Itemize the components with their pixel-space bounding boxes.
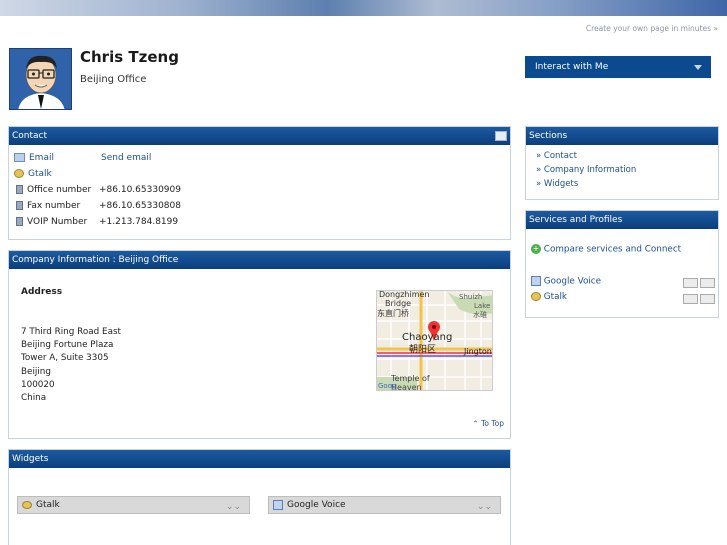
gtalk-icon (531, 292, 541, 301)
google-voice-icon (531, 276, 541, 286)
map-label: 水碓 (473, 310, 487, 319)
phone-icon (16, 185, 23, 194)
interact-with-me-button[interactable]: Interact with Me (525, 56, 711, 78)
contact-row-voip: VOIP Number +1.213.784.8199 (14, 215, 178, 229)
company-title: Company Information : Beijing Office (12, 255, 179, 265)
map-label: Dongzhimen (379, 291, 429, 299)
collapse-icon[interactable]: ⌄⌄ (226, 499, 241, 515)
service-google-voice[interactable]: Google Voice (531, 276, 601, 287)
section-link-contact[interactable]: » Contact (536, 151, 577, 161)
contact-row-office: Office number +86.10.65330909 (14, 183, 181, 197)
map-label: Chaoyang (402, 332, 452, 343)
send-email-link[interactable]: Send email (101, 153, 151, 163)
service-toggle-button[interactable] (700, 294, 715, 304)
to-top-label: To Top (481, 419, 504, 428)
profile-office: Beijing Office (80, 74, 147, 85)
google-voice-icon (273, 499, 283, 510)
address-line: Beijing (21, 366, 51, 377)
contact-value: +86.10.65330909 (99, 185, 181, 195)
map-label: Bridge (385, 299, 411, 308)
chevron-down-icon (694, 65, 702, 70)
location-map[interactable]: Dongzhimen Bridge 东直门桥 Shuizh Lake 水碓 Ch… (376, 290, 493, 391)
contact-label: VOIP Number (27, 217, 88, 227)
vcard-icon[interactable] (495, 131, 507, 141)
compare-label: Compare services and Connect (543, 244, 682, 255)
services-panel: Services and Profiles + Compare services… (525, 210, 719, 318)
plus-icon: + (531, 244, 541, 254)
map-label: Lake (474, 302, 490, 310)
widget-google-voice[interactable]: Google Voice ⌄⌄ (268, 496, 501, 514)
collapse-icon[interactable]: ⌄⌄ (477, 499, 492, 515)
widget-label: Google Voice (287, 500, 346, 510)
section-link-company[interactable]: » Company Information (536, 165, 636, 175)
contact-value: +86.10.65330808 (99, 201, 181, 211)
create-page-link[interactable]: Create your own page in minutes » (586, 24, 718, 33)
services-header: Services and Profiles (526, 211, 718, 229)
gtalk-icon (22, 500, 32, 509)
gear-icon[interactable] (683, 278, 698, 288)
widgets-title: Widgets (12, 454, 49, 464)
services-title: Services and Profiles (529, 215, 623, 225)
phone-icon (16, 201, 23, 210)
address-block: 7 Third Ring Road East Beijing Fortune P… (21, 326, 121, 405)
service-label: Gtalk (543, 292, 567, 302)
contact-label: Office number (27, 185, 92, 195)
sections-title: Sections (529, 131, 568, 141)
contact-header: Contact (9, 127, 510, 145)
company-panel: Company Information : Beijing Office Add… (8, 250, 511, 439)
map-label: Shuizh (459, 293, 482, 301)
service-label: Google Voice (543, 276, 602, 287)
widget-label: Gtalk (36, 500, 60, 510)
widget-gtalk[interactable]: Gtalk ⌄⌄ (17, 496, 250, 514)
company-header: Company Information : Beijing Office (9, 251, 510, 269)
widgets-panel: Widgets Gtalk ⌄⌄ Google Voice ⌄⌄ (8, 449, 511, 545)
profile-name: Chris Tzeng (80, 48, 179, 66)
contact-title: Contact (12, 131, 48, 141)
address-line: 100020 (21, 379, 55, 390)
contact-label[interactable]: Gtalk (28, 167, 100, 181)
service-toggle-button[interactable] (700, 278, 715, 288)
gtalk-icon (14, 169, 24, 178)
service-gtalk[interactable]: Gtalk (531, 292, 567, 302)
section-link-widgets[interactable]: » Widgets (536, 179, 578, 189)
address-line: Tower A, Suite 3305 (21, 353, 109, 364)
address-line: Beijing Fortune Plaza (21, 340, 114, 351)
sections-header: Sections (526, 127, 718, 145)
gear-icon[interactable] (683, 294, 698, 304)
map-label: Jington (463, 347, 492, 356)
contact-panel: Contact Email Send email Gtalk Office num… (8, 126, 511, 240)
chevron-up-icon: ⌃ (472, 419, 479, 428)
compare-services-link[interactable]: + Compare services and Connect (531, 244, 681, 255)
top-banner (0, 0, 727, 16)
address-line: 7 Third Ring Road East (21, 327, 121, 337)
interact-label: Interact with Me (535, 62, 609, 72)
sections-panel: Sections » Contact » Company Information… (525, 126, 719, 200)
avatar (9, 48, 72, 110)
contact-value: +1.213.784.8199 (99, 217, 179, 227)
contact-row-fax: Fax number +86.10.65330808 (14, 199, 181, 213)
map-watermark: Goog (378, 382, 396, 390)
contact-label[interactable]: Email (29, 151, 101, 165)
email-icon (14, 153, 25, 162)
address-heading: Address (21, 287, 63, 297)
map-label: 东直门桥 (377, 308, 409, 318)
to-top-link[interactable]: ⌃ To Top (472, 419, 504, 428)
contact-row-email: Email Send email (14, 151, 151, 165)
address-line: China (21, 393, 47, 404)
contact-row-gtalk: Gtalk (14, 167, 100, 181)
contact-label: Fax number (27, 201, 81, 211)
phone-icon (16, 217, 23, 226)
map-label: 朝阳区 (409, 344, 436, 355)
widgets-header: Widgets (9, 450, 510, 468)
